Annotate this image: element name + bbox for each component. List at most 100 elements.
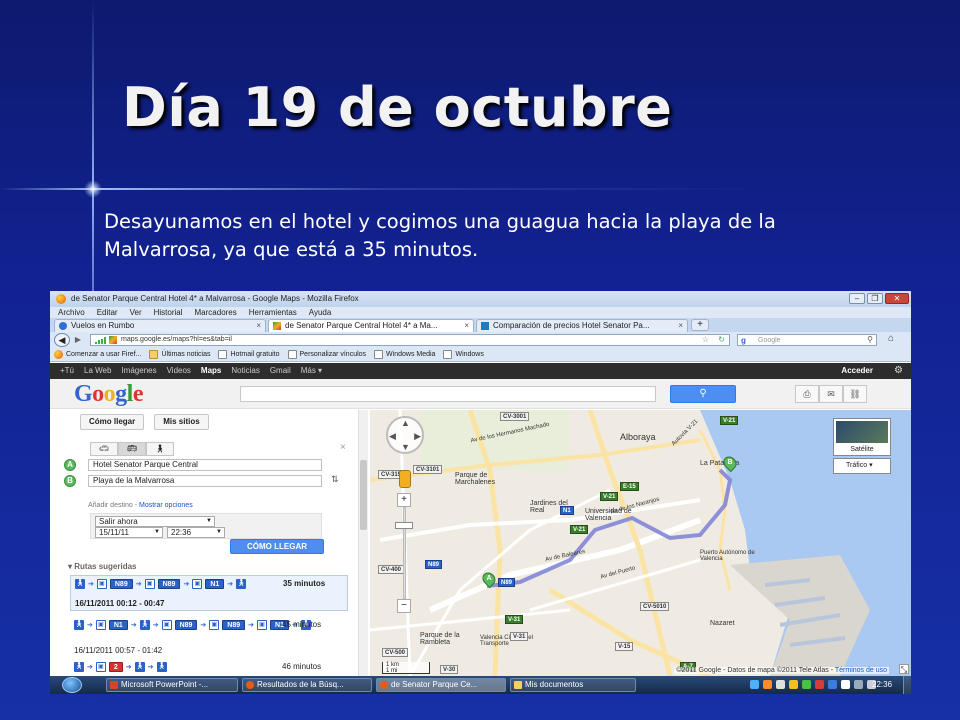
bookmark-windows[interactable]: Windows xyxy=(443,348,484,361)
date-select[interactable]: 15/11/11 ▼ xyxy=(95,527,163,538)
close-tab-icon[interactable]: × xyxy=(464,320,469,332)
swap-waypoints-icon[interactable]: ⇅ xyxy=(331,474,339,485)
page-icon xyxy=(374,350,384,359)
taskbar-powerpoint[interactable]: Microsoft PowerPoint -... xyxy=(106,678,238,692)
car-icon[interactable]: 🚗︎ xyxy=(90,442,118,456)
taskbar-google-maps[interactable]: de Senator Parque Ce... xyxy=(376,678,506,692)
search-box[interactable]: g Google ⚲ xyxy=(737,334,877,346)
tray-app-icon[interactable] xyxy=(776,680,785,689)
volume-icon[interactable] xyxy=(841,680,850,689)
menu-marcadores[interactable]: Marcadores xyxy=(195,307,237,318)
search-icon[interactable]: ⚲ xyxy=(867,335,873,344)
antivirus-icon[interactable] xyxy=(815,680,824,689)
gbar-maps[interactable]: Maps xyxy=(201,363,221,379)
tab-google-maps[interactable]: de Senator Parque Central Hotel 4* a Ma.… xyxy=(268,319,474,332)
tab-vuelos-rumbo[interactable]: Vuelos en Rumbo × xyxy=(54,319,266,332)
get-directions-button[interactable]: CÓMO LLEGAR xyxy=(230,539,324,554)
forward-button[interactable]: ▶ xyxy=(72,335,84,345)
network-icon[interactable] xyxy=(750,680,759,689)
tray-app-icon[interactable] xyxy=(854,680,863,689)
bookmark-star-icon[interactable]: ☆ xyxy=(702,335,709,344)
bookmark-hotmail[interactable]: Hotmail gratuito xyxy=(218,348,280,361)
map-resize-icon[interactable]: ⤡ xyxy=(899,664,909,674)
pan-down-icon[interactable]: ▼ xyxy=(401,442,410,452)
minimize-button[interactable]: – xyxy=(849,293,865,304)
close-tab-icon[interactable]: × xyxy=(256,320,261,332)
home-icon[interactable]: ⌂ xyxy=(884,334,898,346)
close-window-button[interactable]: ✕ xyxy=(885,293,909,304)
route-option-3[interactable]: 🚶︎ ➔ ▣ 2 ➔ 🚶︎ ➔ 🚶︎ 46 minutos xyxy=(70,662,348,676)
menu-ayuda[interactable]: Ayuda xyxy=(309,307,332,318)
zoom-slider-thumb[interactable] xyxy=(395,522,413,529)
route-option-1[interactable]: 🚶︎ ➔ ▣ N89 ➔ ▣ N89 ➔ ▣ N1 ➔ 🚶︎ 35 minutos 16/11… xyxy=(70,575,348,611)
gbar-la-web[interactable]: La Web xyxy=(84,363,111,379)
gbar-videos[interactable]: Videos xyxy=(167,363,191,379)
taskbar-mis-documentos[interactable]: Mis documentos xyxy=(510,678,636,692)
destination-input[interactable]: Playa de la Malvarrosa xyxy=(88,475,322,487)
close-tab-icon[interactable]: × xyxy=(678,320,683,332)
menu-herramientas[interactable]: Herramientas xyxy=(249,307,297,318)
bookmark-windows-media[interactable]: Windows Media xyxy=(374,348,435,361)
terms-link[interactable]: Términos de uso xyxy=(835,667,887,674)
close-directions-icon[interactable]: × xyxy=(340,442,346,453)
bookmark-comenzar[interactable]: Comenzar a usar Firef... xyxy=(54,348,141,361)
start-button[interactable] xyxy=(62,677,82,693)
pan-right-icon[interactable]: ▶ xyxy=(414,431,421,442)
menu-archivo[interactable]: Archivo xyxy=(58,307,85,318)
shield-icon[interactable] xyxy=(789,680,798,689)
walk-icon[interactable]: 🚶︎ xyxy=(146,442,174,456)
signin-button[interactable]: Acceder xyxy=(841,363,873,379)
pegman-icon[interactable] xyxy=(399,470,411,488)
print-icon[interactable]: ⎙ xyxy=(795,385,819,403)
pan-up-icon[interactable]: ▲ xyxy=(401,418,410,428)
maximize-button[interactable]: ❐ xyxy=(867,293,883,304)
time-select[interactable]: 22:36 ▼ xyxy=(167,527,225,538)
gear-icon[interactable]: ⚙ xyxy=(894,363,903,379)
traffic-toggle[interactable]: Tráfico ▾ xyxy=(833,458,891,474)
reload-icon[interactable]: ↻ xyxy=(718,335,725,344)
satellite-toggle[interactable]: Satélite xyxy=(833,418,891,456)
menu-ver[interactable]: Ver xyxy=(130,307,142,318)
zoom-in-button[interactable]: + xyxy=(397,493,411,507)
tab-como-llegar[interactable]: Cómo llegar xyxy=(80,414,145,430)
depart-select[interactable]: Salir ahora ▼ xyxy=(95,516,215,527)
tray-app-icon[interactable] xyxy=(828,680,837,689)
show-options-link[interactable]: Mostrar opciones xyxy=(139,502,193,509)
tab-mis-sitios[interactable]: Mis sitios xyxy=(154,414,209,430)
taskbar-clock[interactable]: 22:36 xyxy=(872,678,892,692)
maps-search-button[interactable]: ⚲ xyxy=(670,385,736,403)
panel-scrollbar[interactable] xyxy=(358,410,368,676)
gbar-noticias[interactable]: Noticias xyxy=(231,363,259,379)
tab-comparacion-precios[interactable]: Comparación de precios Hotel Senator Pa.… xyxy=(476,319,688,332)
bus-icon[interactable]: 🚌︎ xyxy=(118,442,146,456)
gbar-plus-tu[interactable]: +Tú xyxy=(60,363,74,379)
pan-control[interactable]: ▲ ▼ ◀ ▶ xyxy=(386,416,424,454)
gbar-imagenes[interactable]: Imágenes xyxy=(121,363,156,379)
origin-input[interactable]: Hotel Senator Parque Central xyxy=(88,459,322,471)
bookmark-ultimas-noticias[interactable]: Últimas noticias xyxy=(149,348,210,361)
maps-search-input[interactable] xyxy=(240,386,656,402)
taskbar-resultados[interactable]: Resultados de la Búsq... xyxy=(242,678,372,692)
tray-app-icon[interactable] xyxy=(763,680,772,689)
url-bar[interactable]: maps.google.es/maps?hl=es&tab=il ☆ ↻ xyxy=(90,334,730,346)
show-desktop-button[interactable] xyxy=(903,676,911,694)
bookmark-personalizar[interactable]: Personalizar vínculos xyxy=(287,348,366,361)
gbar-mas[interactable]: Más ▾ xyxy=(301,363,322,379)
email-icon[interactable]: ✉ xyxy=(819,385,843,403)
menu-editar[interactable]: Editar xyxy=(97,307,118,318)
back-button[interactable]: ◀ xyxy=(54,333,70,347)
menu-historial[interactable]: Historial xyxy=(154,307,183,318)
map-canvas[interactable]: Alboraya La Patacona Parque de Marchalen… xyxy=(370,410,911,676)
route-option-2[interactable]: 🚶︎ ➔ ▣ N1 ➔ 🚶︎ ➔ ▣ N89 ➔ ▣ N89 ➔ ▣ N1 ➔ 🚶︎ 45 minu… xyxy=(70,620,348,655)
link-icon[interactable]: ⛓ xyxy=(843,385,867,403)
pan-left-icon[interactable]: ◀ xyxy=(389,431,396,442)
scrollbar-thumb[interactable] xyxy=(360,460,367,530)
new-tab-button[interactable]: + xyxy=(691,319,709,331)
gbar-gmail[interactable]: Gmail xyxy=(270,363,291,379)
zoom-out-button[interactable]: − xyxy=(397,599,411,613)
tray-app-icon[interactable] xyxy=(802,680,811,689)
add-destination-link[interactable]: Añadir destino xyxy=(88,502,133,509)
suggested-routes-header[interactable]: ▾ Rutas sugeridas xyxy=(68,562,137,571)
google-logo[interactable]: Google xyxy=(74,381,144,408)
zoom-slider-track[interactable] xyxy=(403,507,406,599)
